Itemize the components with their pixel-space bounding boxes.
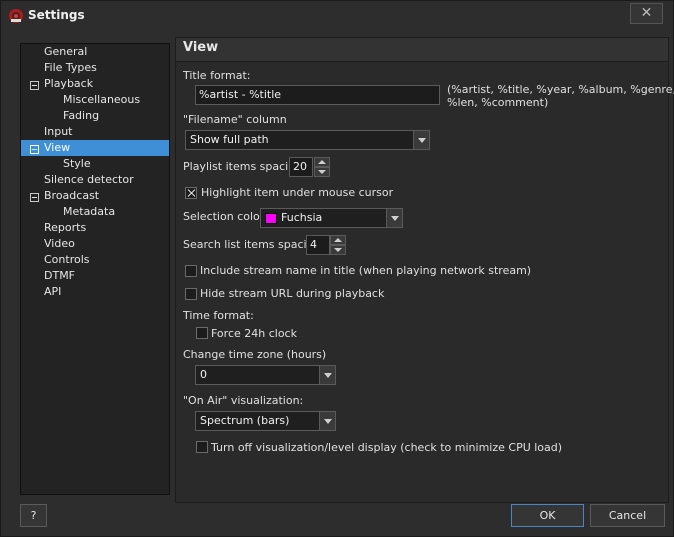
decrement-arrow-icon[interactable] <box>314 167 330 177</box>
chevron-down-icon <box>413 131 429 149</box>
tree-item-general[interactable]: General <box>44 44 87 60</box>
tree-item-api[interactable]: API <box>44 284 61 300</box>
app-logo-icon <box>9 9 23 23</box>
close-button[interactable]: ✕ <box>630 3 663 24</box>
chevron-down-icon <box>319 366 335 384</box>
filename-column-select[interactable]: Show full path <box>185 130 430 150</box>
selection-color-label: Selection color <box>183 210 265 223</box>
playback-collapse-icon[interactable] <box>30 81 39 90</box>
broadcast-collapse-icon[interactable] <box>30 193 39 202</box>
tree-item-metadata[interactable]: Metadata <box>63 204 115 220</box>
title-bar: Settings ✕ <box>1 1 673 31</box>
playlist-spacing-label: Playlist items spacing <box>183 160 303 173</box>
search-spacing-stepper[interactable] <box>330 235 346 255</box>
decrement-arrow-icon[interactable] <box>330 245 346 255</box>
selection-color-select[interactable]: Fuchsia <box>260 208 403 228</box>
filename-column-label: "Filename" column <box>183 113 287 126</box>
time-format-label: Time format: <box>183 309 254 322</box>
on-air-select[interactable]: Spectrum (bars) <box>195 411 336 431</box>
window-title: Settings <box>28 8 85 22</box>
increment-arrow-icon[interactable] <box>314 157 330 167</box>
fuchsia-swatch <box>265 213 277 224</box>
tree-item-fading[interactable]: Fading <box>63 108 99 124</box>
hide-stream-url-label: Hide stream URL during playback <box>200 287 385 300</box>
title-format-input[interactable]: %artist - %title <box>195 85 440 105</box>
tree-item-view-label: View <box>44 141 71 154</box>
filename-column-value: Show full path <box>190 133 269 146</box>
on-air-value: Spectrum (bars) <box>200 414 290 427</box>
panel-header: View <box>176 38 668 62</box>
title-format-hint-line2: %len, %comment) <box>447 96 549 109</box>
title-format-label: Title format: <box>183 69 251 82</box>
turn-off-visualization-label: Turn off visualization/level display (ch… <box>211 441 563 454</box>
increment-arrow-icon[interactable] <box>330 235 346 245</box>
tree-item-input[interactable]: Input <box>44 124 72 140</box>
title-format-hint-line1: (%artist, %title, %year, %album, %genre, <box>447 83 674 96</box>
playlist-spacing-input[interactable]: 20 <box>289 157 313 177</box>
tree-item-controls[interactable]: Controls <box>44 252 90 268</box>
tree-item-miscellaneous[interactable]: Miscellaneous <box>63 92 140 108</box>
tree-item-broadcast[interactable]: Broadcast <box>44 188 99 204</box>
turn-off-visualization-checkbox[interactable] <box>196 441 208 453</box>
force-24h-label: Force 24h clock <box>211 327 297 340</box>
tree-item-playback[interactable]: Playback <box>44 76 93 92</box>
settings-window: Settings ✕ General File Types Playback M… <box>0 0 674 537</box>
tree-item-dtmf[interactable]: DTMF <box>44 268 75 284</box>
ok-button[interactable]: OK <box>511 504 584 527</box>
search-spacing-label: Search list items spacing <box>183 238 321 251</box>
panel-title: View <box>183 40 219 55</box>
tree-item-reports[interactable]: Reports <box>44 220 86 236</box>
close-icon: ✕ <box>640 5 653 21</box>
tree-item-silence-detector[interactable]: Silence detector <box>44 172 134 188</box>
highlight-item-label: Highlight item under mouse cursor <box>201 186 394 199</box>
chevron-down-icon <box>386 209 402 227</box>
view-collapse-icon[interactable] <box>30 145 39 154</box>
selection-color-value: Fuchsia <box>281 211 323 224</box>
force-24h-checkbox[interactable] <box>196 327 208 339</box>
search-spacing-input[interactable]: 4 <box>306 235 330 255</box>
time-zone-label: Change time zone (hours) <box>183 348 327 361</box>
settings-tree[interactable]: General File Types Playback Miscellaneou… <box>20 43 170 495</box>
include-stream-name-checkbox[interactable] <box>185 265 197 277</box>
time-zone-select[interactable]: 0 <box>195 365 336 385</box>
cancel-button[interactable]: Cancel <box>590 504 665 527</box>
time-zone-value: 0 <box>200 368 207 381</box>
help-button[interactable]: ? <box>20 504 47 527</box>
chevron-down-icon <box>319 412 335 430</box>
tree-item-file-types[interactable]: File Types <box>44 60 97 76</box>
on-air-label: "On Air" visualization: <box>183 394 304 407</box>
tree-item-style[interactable]: Style <box>63 156 91 172</box>
hide-stream-url-checkbox[interactable] <box>185 288 197 300</box>
tree-item-view[interactable]: View <box>21 140 169 156</box>
include-stream-name-label: Include stream name in title (when playi… <box>200 264 532 277</box>
playlist-spacing-stepper[interactable] <box>314 157 330 177</box>
tree-item-video[interactable]: Video <box>44 236 75 252</box>
highlight-item-checkbox[interactable] <box>185 187 197 199</box>
view-settings-panel: View Title format: %artist - %title (%ar… <box>175 37 674 503</box>
